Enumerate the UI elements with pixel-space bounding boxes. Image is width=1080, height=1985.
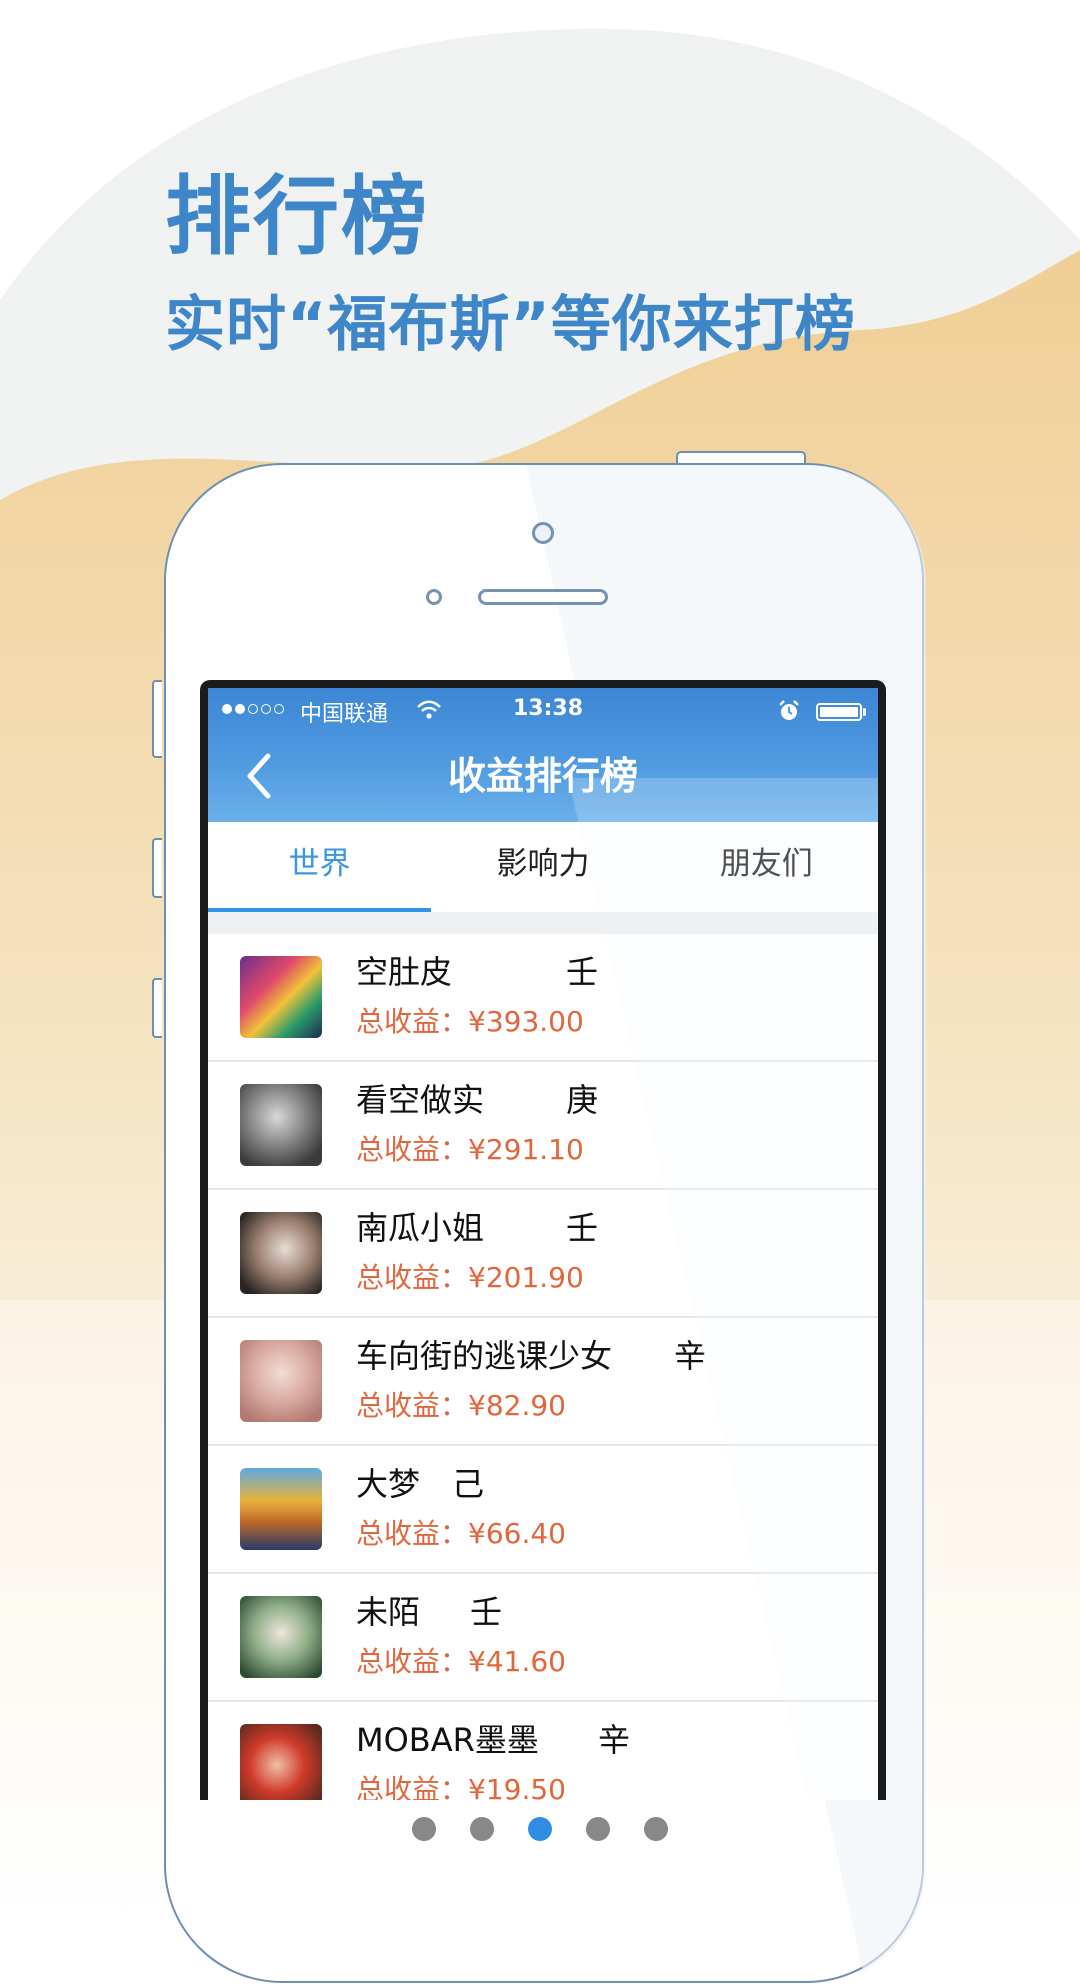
phone-volume-down-button <box>152 978 162 1038</box>
front-camera <box>532 522 554 544</box>
page-dot[interactable] <box>412 1817 436 1841</box>
promo-subtitle: 实时“福布斯”等你来打榜 <box>165 290 856 360</box>
user-tag: 壬 <box>566 1209 599 1247</box>
user-tag: 壬 <box>470 1593 503 1631</box>
user-name: 看空做实 <box>356 1081 485 1119</box>
list-item[interactable]: 车向街的逃课少女 辛 总收益：¥82.90 <box>208 1318 878 1446</box>
promo-title: 排行榜 <box>165 167 429 267</box>
avatar <box>240 956 322 1038</box>
user-name: 未陌 <box>356 1593 421 1631</box>
tab-label: 影响力 <box>496 846 590 882</box>
avatar <box>240 1212 322 1294</box>
user-tag: 庚 <box>566 1081 599 1119</box>
tab-bar: 世界 影响力 朋友们 <box>208 822 878 912</box>
section-divider <box>208 912 878 934</box>
status-time: 13:38 <box>513 696 584 721</box>
list-item[interactable]: 南瓜小姐 壬 总收益：¥201.90 <box>208 1190 878 1318</box>
page-title: 收益排行榜 <box>447 754 638 798</box>
status-bar: 中国联通 13:38 <box>208 688 878 734</box>
tab-label: 朋友们 <box>719 846 813 882</box>
signal-strength-icon <box>222 704 284 714</box>
alarm-icon <box>778 700 800 728</box>
phone-power-button <box>676 451 806 463</box>
nav-header: 中国联通 13:38 收益排行榜 <box>208 688 878 822</box>
page-indicator <box>0 1817 1080 1841</box>
user-name: 空肚皮 <box>356 953 453 991</box>
page-dot-active[interactable] <box>528 1817 552 1841</box>
earpiece-speaker <box>478 589 608 605</box>
user-name: MOBAR墨墨 <box>356 1721 539 1759</box>
avatar <box>240 1468 322 1550</box>
ranking-list: 空肚皮 壬 总收益：¥393.00 看空做实 庚 总收益：¥291.10 南瓜小… <box>208 934 878 1800</box>
user-earnings: 总收益：¥41.60 <box>356 1645 566 1678</box>
phone-volume-up-button <box>152 838 162 898</box>
battery-icon <box>816 703 862 721</box>
user-tag: 辛 <box>598 1721 631 1759</box>
user-earnings: 总收益：¥201.90 <box>356 1261 584 1294</box>
avatar <box>240 1596 322 1678</box>
page-dot[interactable] <box>644 1817 668 1841</box>
user-tag: 壬 <box>566 953 599 991</box>
user-earnings: 总收益：¥291.10 <box>356 1133 584 1166</box>
phone-mute-switch <box>152 680 162 758</box>
user-name: 车向街的逃课少女 <box>356 1337 613 1375</box>
tab-world[interactable]: 世界 <box>208 822 432 912</box>
avatar <box>240 1084 322 1166</box>
battery-cap <box>863 708 866 716</box>
page-dot[interactable] <box>586 1817 610 1841</box>
user-name: 南瓜小姐 <box>356 1209 485 1247</box>
list-item[interactable]: 未陌 壬 总收益：¥41.60 <box>208 1574 878 1702</box>
user-earnings: 总收益：¥82.90 <box>356 1389 566 1422</box>
tab-friends[interactable]: 朋友们 <box>655 822 878 912</box>
wifi-icon <box>416 700 442 726</box>
list-item[interactable]: MOBAR墨墨 辛 总收益：¥19.50 <box>208 1702 878 1800</box>
list-item[interactable]: 看空做实 庚 总收益：¥291.10 <box>208 1062 878 1190</box>
user-earnings: 总收益：¥19.50 <box>356 1773 566 1800</box>
proximity-sensor <box>426 589 442 605</box>
user-tag: 辛 <box>674 1337 707 1375</box>
tab-influence[interactable]: 影响力 <box>431 822 654 912</box>
user-tag: 己 <box>452 1465 485 1503</box>
user-earnings: 总收益：¥66.40 <box>356 1517 566 1550</box>
app-screen: 中国联通 13:38 收益排行榜 世界 影响力 朋友们 空肚皮 壬 总收益：¥3… <box>208 688 878 1800</box>
list-item[interactable]: 空肚皮 壬 总收益：¥393.00 <box>208 934 878 1062</box>
user-earnings: 总收益：¥393.00 <box>356 1005 584 1038</box>
list-item[interactable]: 大梦 己 总收益：¥66.40 <box>208 1446 878 1574</box>
page-dot[interactable] <box>470 1817 494 1841</box>
avatar <box>240 1724 322 1800</box>
avatar <box>240 1340 322 1422</box>
carrier-name: 中国联通 <box>300 702 389 727</box>
user-name: 大梦 <box>356 1465 421 1503</box>
tab-label: 世界 <box>288 846 351 882</box>
